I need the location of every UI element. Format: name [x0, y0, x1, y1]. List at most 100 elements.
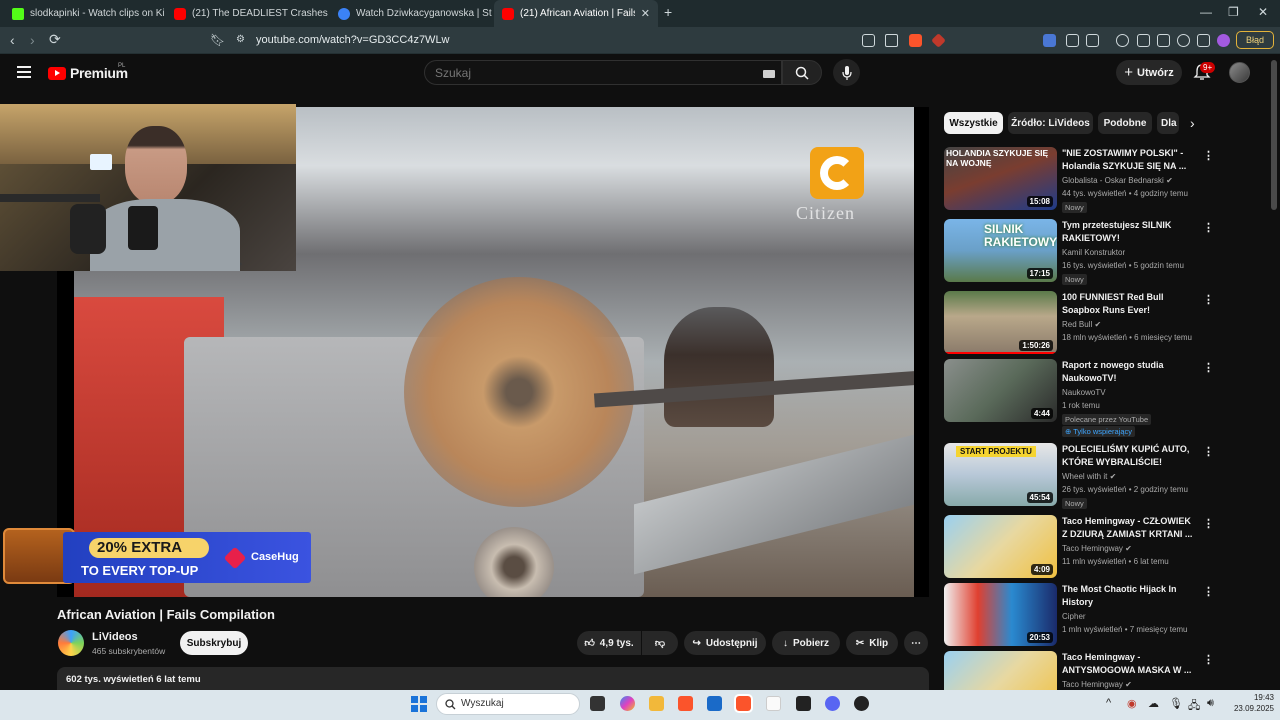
chip-related[interactable]: Podobne [1098, 112, 1152, 134]
share-icon[interactable] [885, 34, 898, 47]
brave-browser-icon[interactable] [678, 696, 693, 711]
voice-search-button[interactable] [833, 59, 860, 86]
onedrive-icon[interactable]: ☁ [1148, 697, 1159, 710]
wallet-icon[interactable] [1157, 34, 1170, 47]
search-input[interactable] [435, 66, 735, 80]
search-button[interactable] [782, 60, 822, 85]
windows-start-icon[interactable] [411, 696, 427, 712]
recommendation-title[interactable]: POLECIELIŚMY KUPIĆ AUTO, KTÓRE WYBRALIŚC… [1062, 443, 1197, 469]
recommendation-channel[interactable]: Wheel with it ✔ [1062, 472, 1116, 481]
video-thumbnail[interactable]: 20:53 [944, 583, 1057, 646]
recommendation-title[interactable]: Taco Hemingway - CZŁOWIEK Z DZIURĄ ZAMIA… [1062, 515, 1197, 541]
more-vertical-icon[interactable]: ⋮ [1203, 293, 1214, 306]
brave-rewards-icon[interactable] [931, 33, 946, 48]
brave-active-icon[interactable] [734, 694, 753, 713]
search-box[interactable] [424, 60, 782, 85]
like-button[interactable]: 👍︎ 4,9 tys. [577, 631, 641, 655]
extension-icon[interactable] [1043, 34, 1056, 47]
store-icon[interactable] [707, 696, 722, 711]
video-thumbnail[interactable]: 4:44 [944, 359, 1057, 422]
discord-icon[interactable] [825, 696, 840, 711]
mic-tray-icon[interactable]: 🎙︎ [1169, 697, 1183, 710]
copilot-icon[interactable] [620, 696, 635, 711]
tray-app-icon[interactable]: ◉ [1127, 697, 1137, 710]
recommendation-channel[interactable]: Kamil Konstruktor [1062, 248, 1125, 257]
recommendation-item[interactable]: 20:53 The Most Chaotic Hijack In History… [944, 583, 1264, 649]
chip-source[interactable]: Źródło: LiVideos [1008, 112, 1093, 134]
notepad-icon[interactable] [766, 696, 781, 711]
taskbar-search[interactable]: Wyszukaj [436, 693, 580, 715]
video-thumbnail[interactable]: 1:50:26 [944, 291, 1057, 354]
profile-icon[interactable] [1217, 34, 1230, 47]
brave-shield-icon[interactable] [909, 34, 922, 47]
more-vertical-icon[interactable]: ⋮ [1203, 653, 1214, 666]
more-vertical-icon[interactable]: ⋮ [1203, 517, 1214, 530]
task-view-icon[interactable] [590, 696, 605, 711]
sidebar-icon[interactable] [1137, 34, 1150, 47]
more-actions-button[interactable]: ⋯ [904, 631, 928, 655]
recommendation-title[interactable]: "NIE ZOSTAWIMY POLSKI" - Holandia SZYKUJ… [1062, 147, 1197, 173]
file-explorer-icon[interactable] [649, 696, 664, 711]
close-window-button[interactable]: ✕ [1258, 5, 1268, 19]
minimize-button[interactable]: — [1200, 5, 1212, 19]
recommendation-title[interactable]: Raport z nowego studia NaukowoTV! [1062, 359, 1197, 385]
recommendation-channel[interactable]: Cipher [1062, 612, 1086, 621]
recommendation-channel[interactable]: Taco Hemingway ✔ [1062, 680, 1132, 689]
chip-for-you[interactable]: Dla [1157, 112, 1179, 134]
keyboard-icon[interactable] [763, 70, 775, 78]
menu-icon[interactable] [17, 66, 31, 81]
vpn-icon[interactable] [1197, 34, 1210, 47]
network-icon[interactable]: 🖧︎ [1188, 697, 1200, 716]
share-button[interactable]: ↪ Udostępnij [684, 631, 766, 655]
more-vertical-icon[interactable]: ⋮ [1203, 361, 1214, 374]
youtube-logo[interactable]: Premium PL [48, 63, 128, 81]
video-thumbnail[interactable]: START PROJEKTU 45:54 [944, 443, 1057, 506]
recommendation-channel[interactable]: NaukowoTV [1062, 388, 1106, 397]
dislike-button[interactable]: 👎︎ [642, 631, 678, 655]
page-scrollbar[interactable] [1271, 60, 1277, 210]
browser-tab-3[interactable]: Watch Dziwkacyganowska | Streamat [330, 0, 492, 27]
browser-tab-4-active[interactable]: (21) African Aviation | Fails Comp ✕ [494, 0, 658, 27]
recommendation-title[interactable]: Tym przetestujesz SILNIK RAKIETOWY! [1062, 219, 1197, 245]
browser-tab-2[interactable]: (21) The DEADLIEST Crashes of 2024 [166, 0, 328, 27]
close-tab-icon[interactable]: ✕ [641, 7, 650, 20]
more-vertical-icon[interactable]: ⋮ [1203, 149, 1214, 162]
url-field[interactable]: youtube.com/watch?v=GD3CC4z7WLw [256, 34, 450, 46]
recommendation-channel[interactable]: Taco Hemingway ✔ [1062, 544, 1132, 553]
reload-icon[interactable]: ⟳ [49, 31, 61, 48]
bookmark-icon[interactable]: 🔖︎ [210, 33, 225, 47]
more-vertical-icon[interactable]: ⋮ [1203, 585, 1214, 598]
channel-name[interactable]: LiVideos [92, 631, 138, 643]
recommendation-channel[interactable]: Globalista - Oskar Bednarski ✔ [1062, 176, 1173, 185]
chips-next-icon[interactable]: › [1190, 115, 1195, 131]
forward-icon[interactable]: › [30, 32, 35, 48]
site-settings-icon[interactable]: ⚙︎ [236, 34, 245, 45]
app-icon[interactable] [854, 696, 869, 711]
more-vertical-icon[interactable]: ⋮ [1203, 221, 1214, 234]
tray-overflow-icon[interactable]: ^ [1106, 697, 1111, 709]
back-icon[interactable]: ‹ [10, 32, 15, 48]
music-icon[interactable] [1116, 34, 1129, 47]
recommendation-item[interactable]: Taco Hemingway - ANTYSMOGOWA MASKA W ...… [944, 651, 1264, 690]
recommendation-item[interactable]: SILNIK RAKIETOWY 17:15 Tym przetestujesz… [944, 219, 1264, 289]
recommendation-title[interactable]: 100 FUNNIEST Red Bull Soapbox Runs Ever! [1062, 291, 1197, 317]
create-button[interactable]: + Utwórz [1116, 60, 1182, 85]
video-thumbnail[interactable] [944, 651, 1057, 690]
new-tab-button[interactable]: + [664, 4, 672, 20]
channel-avatar[interactable] [58, 630, 84, 656]
puzzle-icon[interactable] [1066, 34, 1079, 47]
clip-button[interactable]: ✂ Klip [846, 631, 898, 655]
more-vertical-icon[interactable]: ⋮ [1203, 445, 1214, 458]
recommendation-title[interactable]: The Most Chaotic Hijack In History [1062, 583, 1197, 609]
recommendation-channel[interactable]: Red Bull ✔ [1062, 320, 1101, 329]
chip-all[interactable]: Wszystkie [944, 112, 1003, 134]
leo-icon[interactable] [1177, 34, 1190, 47]
video-thumbnail[interactable]: SILNIK RAKIETOWY 17:15 [944, 219, 1057, 282]
epic-games-icon[interactable] [796, 696, 811, 711]
recommendation-item[interactable]: 1:50:26 100 FUNNIEST Red Bull Soapbox Ru… [944, 291, 1264, 357]
browser-tab-1[interactable]: slodkapinki - Watch clips on Kick [4, 0, 164, 27]
account-avatar[interactable] [1229, 62, 1250, 83]
error-button[interactable]: Błąd [1236, 31, 1274, 49]
cast-icon[interactable] [862, 34, 875, 47]
system-clock[interactable]: 19:43 23.09.2025 [1224, 692, 1274, 714]
